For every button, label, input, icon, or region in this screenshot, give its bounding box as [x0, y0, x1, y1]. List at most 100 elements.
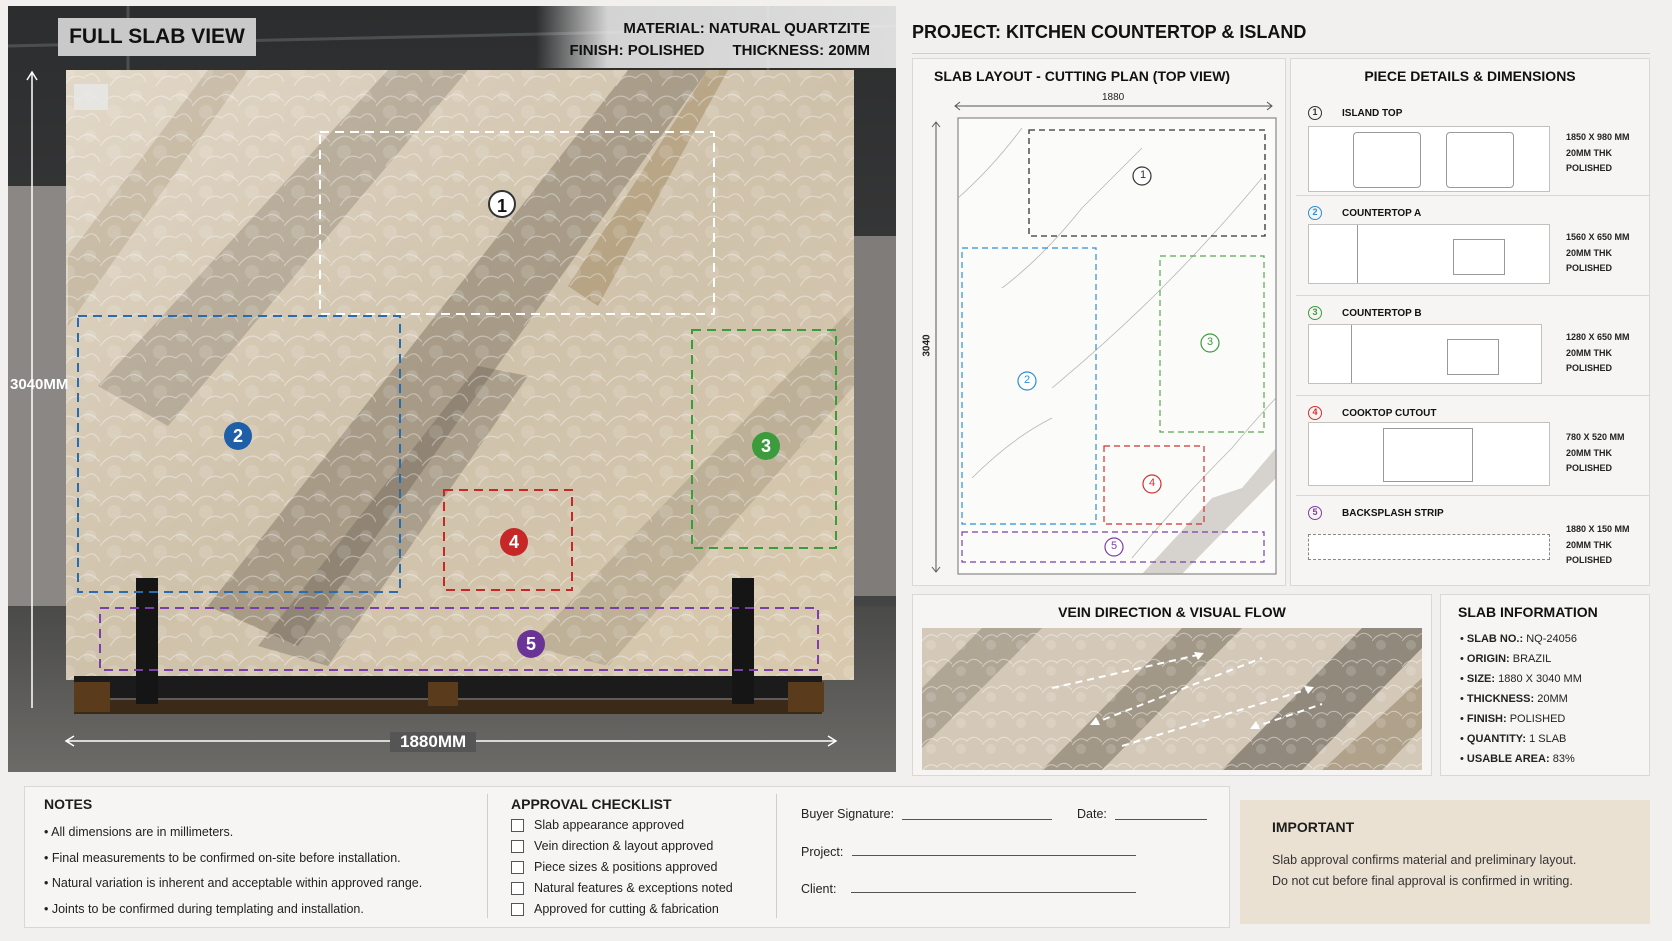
piece-diagram-5 [1308, 534, 1550, 560]
slab-info-item: • THICKNESS: 20MM [1460, 693, 1568, 705]
piece-spec-1: 1850 X 980 MM 20MM THK POLISHED [1566, 130, 1630, 177]
slab-info-item: • FINISH: POLISHED [1460, 713, 1566, 725]
checkbox[interactable] [511, 903, 524, 916]
divider [487, 794, 488, 918]
piece-finish-1: POLISHED [1566, 163, 1613, 173]
height-dimension-label: 3040MM [10, 376, 69, 393]
checkbox[interactable] [511, 861, 524, 874]
checklist-label: Natural features & exceptions noted [534, 881, 733, 895]
piece-finish-5: POLISHED [1566, 555, 1613, 565]
piece-thk-3: 20MM THK [1566, 347, 1613, 358]
piece-number-2: 2 [1308, 206, 1322, 220]
note-item: • Joints to be confirmed during templati… [44, 901, 364, 916]
checklist-item[interactable]: Approved for cutting & fabrication [511, 899, 733, 920]
piece-name-5: BACKSPLASH STRIP [1342, 508, 1444, 519]
photo-marker-3: 3 [752, 432, 780, 460]
photo-marker-4: 4 [500, 528, 528, 556]
divider [776, 794, 777, 918]
material-info: MATERIAL: NATURAL QUARTZITE FINISH: POLI… [569, 18, 870, 62]
piece-diagram-2 [1308, 224, 1550, 284]
piece-spec-2: 1560 X 650 MM 20MM THK POLISHED [1566, 230, 1630, 277]
piece-size-4: 780 X 520 MM [1566, 432, 1625, 442]
checklist-item[interactable]: Piece sizes & positions approved [511, 857, 733, 878]
vein-flow-image [922, 628, 1422, 770]
piece-thk-5: 20MM THK [1566, 539, 1613, 550]
photo-marker-1: 1 [488, 190, 516, 218]
note-item: • Natural variation is inherent and acce… [44, 876, 423, 890]
important-line-2: Do not cut before final approval is conf… [1272, 874, 1573, 888]
piece-name-3: COUNTERTOP B [1342, 308, 1422, 319]
checkbox[interactable] [511, 840, 524, 853]
approval-checklist: Slab appearance approved Vein direction … [511, 815, 733, 920]
checklist-item[interactable]: Natural features & exceptions noted [511, 878, 733, 899]
client-label: Client: [801, 882, 837, 896]
finish-thickness-line: FINISH: POLISHED THICKNESS: 20MM [569, 40, 870, 62]
client-field[interactable] [851, 892, 1136, 893]
slab-information-list: • SLAB NO.: NQ-24056 • ORIGIN: BRAZIL • … [1460, 629, 1582, 769]
slab-info-item: • ORIGIN: BRAZIL [1460, 653, 1552, 665]
full-slab-view-title: FULL SLAB VIEW [58, 18, 256, 56]
piece-finish-3: POLISHED [1566, 363, 1613, 373]
vein-direction-title: VEIN DIRECTION & VISUAL FLOW [1058, 604, 1286, 620]
piece-thk-2: 20MM THK [1566, 247, 1613, 258]
cutting-plan-drawing [931, 101, 1277, 575]
cooktop-outline [1383, 428, 1473, 482]
piece-size-5: 1880 X 150 MM [1566, 524, 1630, 534]
checklist-item[interactable]: Vein direction & layout approved [511, 836, 733, 857]
island-cooktop-outline [1446, 132, 1514, 188]
date-field[interactable] [1115, 819, 1207, 820]
sink-outline-a [1453, 239, 1505, 275]
layout-marker-4: 4 [1148, 477, 1156, 489]
piece-row-5: 5 BACKSPLASH STRIP 1880 X 150 MM 20MM TH… [1296, 496, 1650, 596]
photo-marker-2: 2 [224, 422, 252, 450]
layout-marker-5: 5 [1110, 540, 1118, 552]
checklist-label: Approved for cutting & fabrication [534, 902, 719, 916]
important-text: Slab approval confirms material and prel… [1272, 850, 1576, 892]
layout-marker-1: 1 [1139, 169, 1147, 181]
notes-title: NOTES [44, 796, 93, 812]
checklist-item[interactable]: Slab appearance approved [511, 815, 733, 836]
slab-info-item: • SLAB NO.: NQ-24056 [1460, 633, 1577, 645]
buyer-signature-field[interactable] [902, 819, 1052, 820]
piece-diagram-4 [1308, 422, 1550, 486]
slab-info-item: • SIZE: 1880 X 3040 MM [1460, 673, 1582, 685]
date-label: Date: [1077, 807, 1107, 821]
buyer-signature-label: Buyer Signature: [801, 807, 895, 821]
full-slab-photo: FULL SLAB VIEW MATERIAL: NATURAL QUARTZI… [8, 6, 896, 772]
finish-label: FINISH: POLISHED [569, 42, 705, 59]
layout-width-dim: 1880 [1102, 92, 1125, 103]
slab-info-item: • QUANTITY: 1 SLAB [1460, 733, 1567, 745]
piece-name-1: ISLAND TOP [1342, 108, 1403, 119]
warehouse-slab-image [8, 6, 896, 772]
piece-name-4: COOKTOP CUTOUT [1342, 408, 1437, 419]
project-label: Project: [801, 845, 844, 859]
sink-outline-b [1447, 339, 1499, 375]
piece-spec-3: 1280 X 650 MM 20MM THK POLISHED [1566, 330, 1630, 377]
piece-size-3: 1280 X 650 MM [1566, 332, 1630, 342]
piece-number-3: 3 [1308, 306, 1322, 320]
title-divider [912, 53, 1650, 54]
note-item: • All dimensions are in millimeters. [44, 825, 234, 839]
checkbox[interactable] [511, 882, 524, 895]
piece-number-4: 4 [1308, 406, 1322, 420]
width-dimension-label: 1880MM [390, 732, 477, 752]
piece-finish-2: POLISHED [1566, 263, 1613, 273]
layout-marker-2: 2 [1023, 374, 1031, 386]
island-sink-outline [1353, 132, 1421, 188]
slab-information-title: SLAB INFORMATION [1458, 604, 1598, 620]
checkbox[interactable] [511, 819, 524, 832]
checklist-label: Slab appearance approved [534, 818, 685, 832]
piece-row-1: 1 ISLAND TOP 1850 X 980 MM 20MM THK POLI… [1296, 96, 1650, 196]
notes-list: • All dimensions are in millimeters. • F… [44, 820, 422, 922]
note-item: • Final measurements to be confirmed on-… [44, 850, 401, 865]
piece-row-3: 3 COUNTERTOP B 1280 X 650 MM 20MM THK PO… [1296, 296, 1650, 396]
layout-height-dim: 3040 [921, 334, 933, 357]
project-field[interactable] [852, 855, 1136, 856]
important-title: IMPORTANT [1272, 819, 1355, 835]
layout-marker-3: 3 [1206, 336, 1214, 348]
piece-thk-1: 20MM THK [1566, 147, 1613, 158]
piece-diagram-1 [1308, 126, 1550, 192]
piece-spec-4: 780 X 520 MM 20MM THK POLISHED [1566, 430, 1625, 477]
important-box: IMPORTANT Slab approval confirms materia… [1240, 800, 1650, 924]
piece-row-2: 2 COUNTERTOP A 1560 X 650 MM 20MM THK PO… [1296, 196, 1650, 296]
